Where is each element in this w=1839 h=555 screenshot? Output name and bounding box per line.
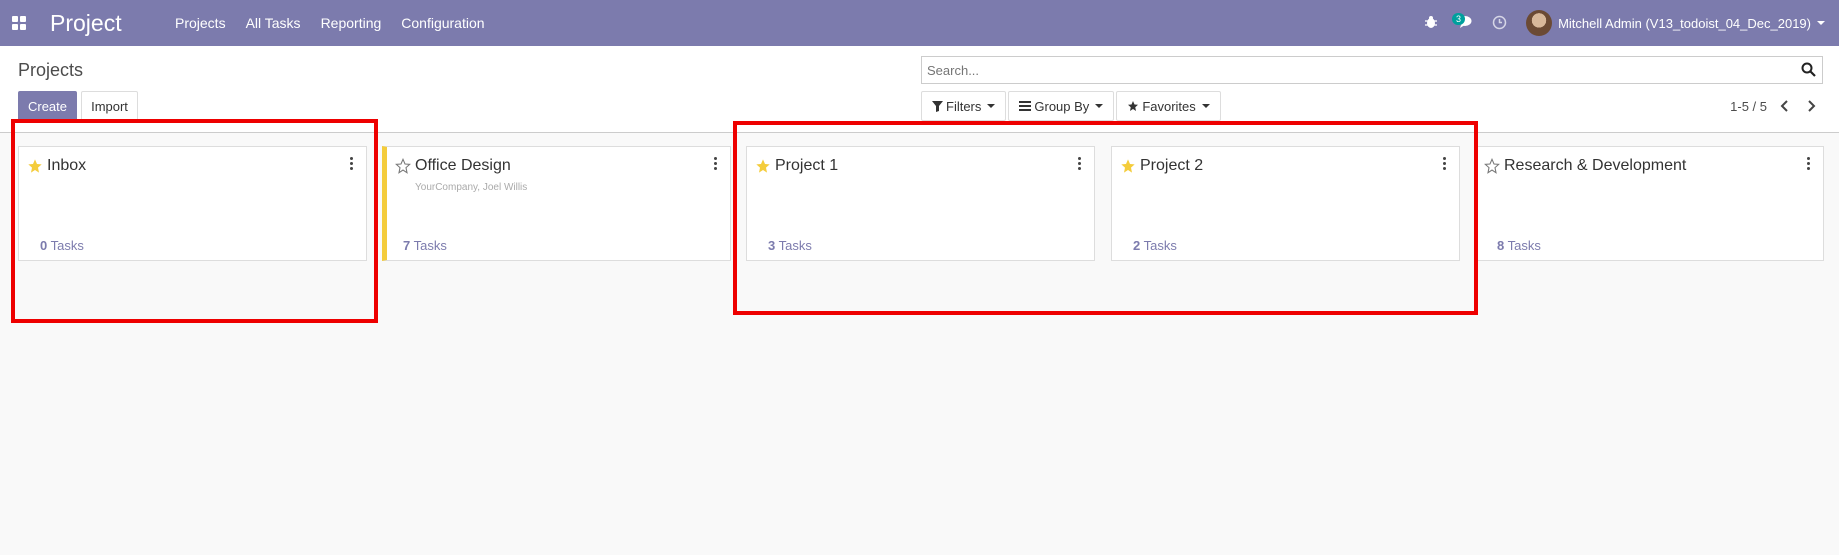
group-by-dropdown[interactable]: Group By: [1008, 91, 1115, 121]
chevron-right-icon[interactable]: [1803, 98, 1819, 114]
project-card-office-design[interactable]: Office Design YourCompany, Joel Willis 7…: [382, 146, 731, 261]
search-icon[interactable]: [1801, 62, 1817, 78]
list-icon: [1019, 101, 1032, 111]
search-options: Filters Group By Favorites: [921, 91, 1221, 121]
pager-value[interactable]: 1-5 / 5: [1730, 99, 1767, 114]
group-by-label: Group By: [1034, 98, 1090, 114]
highlight-box-projects: [733, 121, 1478, 315]
star-outline-icon[interactable]: [395, 158, 411, 174]
menu-projects[interactable]: Projects: [175, 15, 226, 31]
messages-count-badge: 3: [1452, 13, 1466, 25]
kebab-menu-icon[interactable]: [714, 157, 718, 171]
pager: 1-5 / 5: [1730, 98, 1819, 114]
menu-all-tasks[interactable]: All Tasks: [246, 15, 301, 31]
create-button[interactable]: Create: [18, 91, 77, 121]
project-tasks-link[interactable]: 8 Tasks: [1497, 238, 1541, 253]
favorites-label: Favorites: [1142, 98, 1196, 114]
tasks-label: Tasks: [1507, 238, 1541, 253]
bug-icon[interactable]: [1424, 15, 1440, 31]
main-menu: Projects All Tasks Reporting Configurati…: [175, 15, 485, 31]
filters-dropdown[interactable]: Filters: [921, 91, 1007, 121]
user-menu[interactable]: Mitchell Admin (V13_todoist_04_Dec_2019): [1526, 10, 1825, 36]
favorites-dropdown[interactable]: Favorites: [1116, 91, 1221, 121]
task-count: 8: [1497, 238, 1505, 253]
filters-label: Filters: [946, 98, 982, 114]
chevron-down-icon: [987, 104, 996, 108]
project-card-research-development[interactable]: Research & Development 8 Tasks: [1475, 146, 1824, 261]
import-button[interactable]: Import: [81, 91, 138, 121]
systray: Mitchell Admin (V13_todoist_04_Dec_2019): [1424, 0, 1839, 46]
menu-configuration[interactable]: Configuration: [401, 15, 484, 31]
project-tasks-link[interactable]: 7 Tasks: [403, 238, 447, 253]
avatar: [1526, 10, 1553, 36]
task-count: 7: [403, 238, 411, 253]
activity-clock-icon[interactable]: [1492, 15, 1508, 31]
star-icon: [1128, 101, 1139, 111]
top-navbar: Project Projects All Tasks Reporting Con…: [0, 0, 1839, 46]
filter-icon: [932, 100, 943, 112]
project-name: Research & Development: [1504, 157, 1687, 174]
kebab-menu-icon[interactable]: [1807, 157, 1811, 171]
breadcrumb: Projects: [18, 60, 84, 80]
highlight-box-inbox: [11, 119, 378, 323]
chevron-down-icon: [1095, 104, 1104, 108]
menu-reporting[interactable]: Reporting: [321, 15, 382, 31]
app-title: Project: [50, 10, 122, 36]
search-bar: [921, 56, 1823, 84]
project-name: Office Design: [415, 157, 511, 174]
chevron-left-icon[interactable]: [1777, 98, 1793, 114]
project-subtitle: YourCompany, Joel Willis: [415, 182, 528, 193]
tasks-label: Tasks: [413, 238, 447, 253]
apps-menu-icon[interactable]: [12, 16, 26, 30]
user-name: Mitchell Admin (V13_todoist_04_Dec_2019): [1558, 15, 1811, 31]
chevron-down-icon: [1201, 104, 1210, 108]
search-input[interactable]: [922, 57, 1782, 83]
chevron-down-icon: [1817, 21, 1825, 25]
star-outline-icon[interactable]: [1484, 158, 1500, 174]
